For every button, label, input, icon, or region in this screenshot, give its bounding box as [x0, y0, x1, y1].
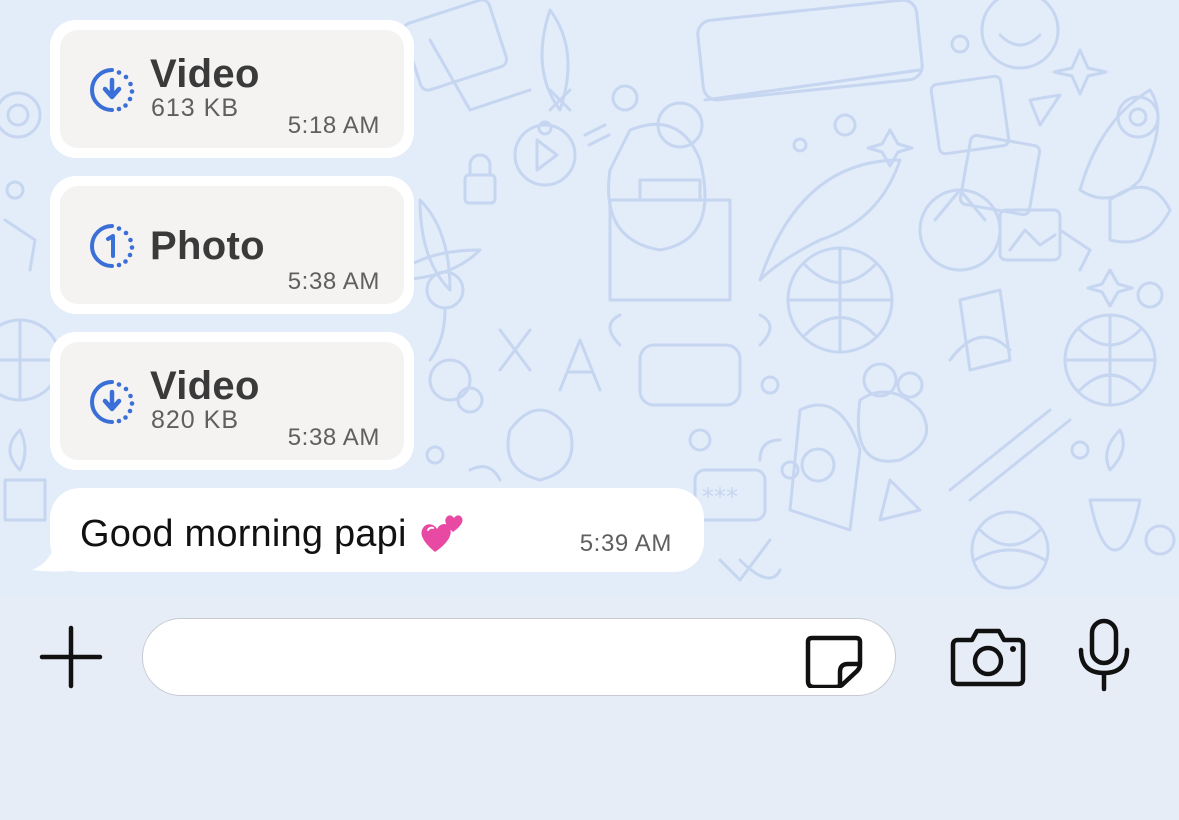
media-card[interactable]: Video 820 KB 5:38 AM	[60, 342, 404, 460]
camera-icon[interactable]	[950, 626, 1026, 688]
message-bubble-video[interactable]: Video 613 KB 5:18 AM	[50, 20, 414, 158]
message-input-field[interactable]	[142, 618, 896, 696]
media-title: Video	[150, 364, 260, 408]
chat-area[interactable]: *** Video 613 KB 5:18 AM Photo 5:38 AM V…	[0, 0, 1179, 596]
message-timestamp: 5:38 AM	[287, 424, 380, 451]
message-bubble-photo[interactable]: Photo 5:38 AM	[50, 176, 414, 314]
message-timestamp: 5:18 AM	[287, 112, 380, 139]
download-pending-icon[interactable]	[88, 66, 136, 114]
media-title: Video	[150, 52, 260, 96]
media-file-size: 820 KB	[151, 406, 240, 434]
media-card[interactable]: Video 613 KB 5:18 AM	[60, 30, 404, 148]
media-file-size: 613 KB	[151, 94, 240, 122]
download-pending-icon[interactable]	[88, 378, 136, 426]
sticker-icon[interactable]	[802, 630, 866, 688]
message-bubble-video[interactable]: Video 820 KB 5:38 AM	[50, 332, 414, 470]
svg-text:***: ***	[702, 483, 738, 511]
two-hearts-emoji	[421, 515, 463, 552]
message-bubble-text[interactable]: Good morning papi 5:39 AM	[50, 488, 704, 572]
plus-icon[interactable]	[38, 624, 104, 690]
message-text-row: Good morning papi	[80, 508, 467, 556]
photo-view-once-icon[interactable]	[88, 222, 136, 270]
message-text: Good morning papi	[80, 513, 407, 555]
message-timestamp: 5:38 AM	[287, 268, 380, 295]
microphone-icon[interactable]	[1076, 618, 1132, 692]
media-title: Photo	[150, 224, 265, 268]
message-input[interactable]	[173, 637, 797, 679]
media-card[interactable]: Photo 5:38 AM	[60, 186, 404, 304]
message-timestamp: 5:39 AM	[579, 530, 672, 557]
